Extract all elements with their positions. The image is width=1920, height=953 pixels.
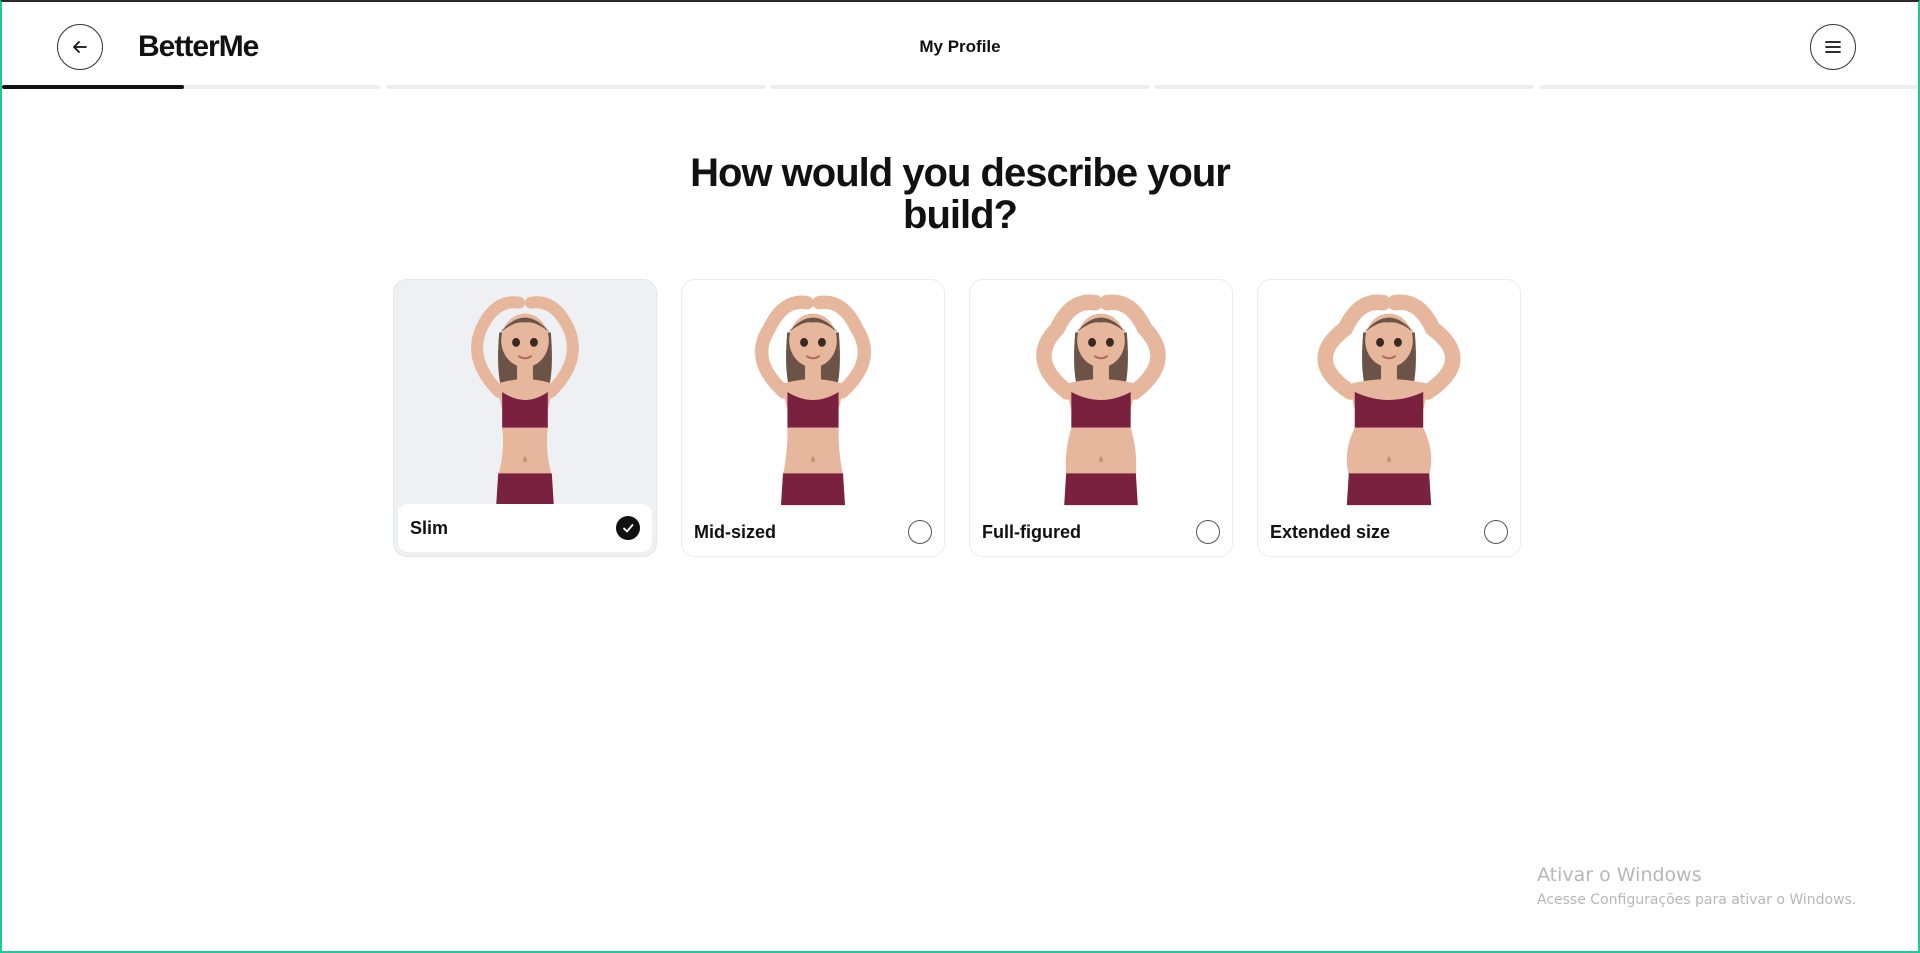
- hamburger-menu-icon: [1825, 41, 1841, 53]
- option-radio[interactable]: [616, 516, 640, 540]
- progress-fill: [2, 85, 184, 89]
- avatar-figure: [682, 280, 944, 506]
- avatar-illustration: [1036, 294, 1166, 506]
- option-card[interactable]: Slim: [393, 279, 657, 557]
- question-text: How would you describe your build?: [690, 151, 1231, 237]
- option-footer: Mid-sized: [682, 508, 944, 556]
- menu-button[interactable]: [1810, 24, 1856, 70]
- avatar-figure: [1258, 280, 1520, 506]
- option-card[interactable]: Mid-sized: [681, 279, 945, 557]
- progress-segment: [2, 85, 381, 89]
- avatar-illustration: [755, 295, 871, 506]
- progress-segment: [386, 85, 765, 89]
- avatar-illustration: [471, 296, 579, 506]
- avatar-illustration: [1317, 294, 1461, 506]
- option-radio[interactable]: [1484, 520, 1508, 544]
- option-label: Slim: [410, 517, 449, 538]
- avatar-figure: [970, 280, 1232, 506]
- progress-segment: [1155, 85, 1534, 89]
- build-options: Slim Mid-sized Full-figured Extended siz…: [393, 279, 1521, 557]
- option-footer: Extended size: [1258, 508, 1520, 556]
- option-card[interactable]: Extended size: [1257, 279, 1521, 557]
- option-label: Extended size: [1270, 521, 1391, 542]
- option-footer: Full-figured: [970, 508, 1232, 556]
- option-label: Full-figured: [982, 521, 1081, 542]
- windows-activation-watermark: Ativar o Windows Acesse Configurações pa…: [1537, 864, 1856, 908]
- progress-segment: [770, 85, 1150, 89]
- question-heading: How would you describe your build?: [0, 152, 1920, 236]
- option-footer: Slim: [398, 504, 652, 552]
- progress-bar: [2, 85, 1919, 90]
- option-radio[interactable]: [908, 520, 932, 544]
- option-card[interactable]: Full-figured: [969, 279, 1233, 557]
- avatar-figure: [394, 280, 656, 506]
- option-radio[interactable]: [1196, 520, 1220, 544]
- page-title: My Profile: [919, 37, 1001, 56]
- watermark-subtitle: Acesse Configurações para ativar o Windo…: [1537, 892, 1857, 908]
- watermark-title: Ativar o Windows: [1537, 864, 1702, 886]
- progress-segment: [1539, 85, 1919, 89]
- top-header: BetterMe My Profile: [2, 2, 1918, 88]
- checkmark-icon: [623, 524, 634, 533]
- option-label: Mid-sized: [694, 521, 777, 542]
